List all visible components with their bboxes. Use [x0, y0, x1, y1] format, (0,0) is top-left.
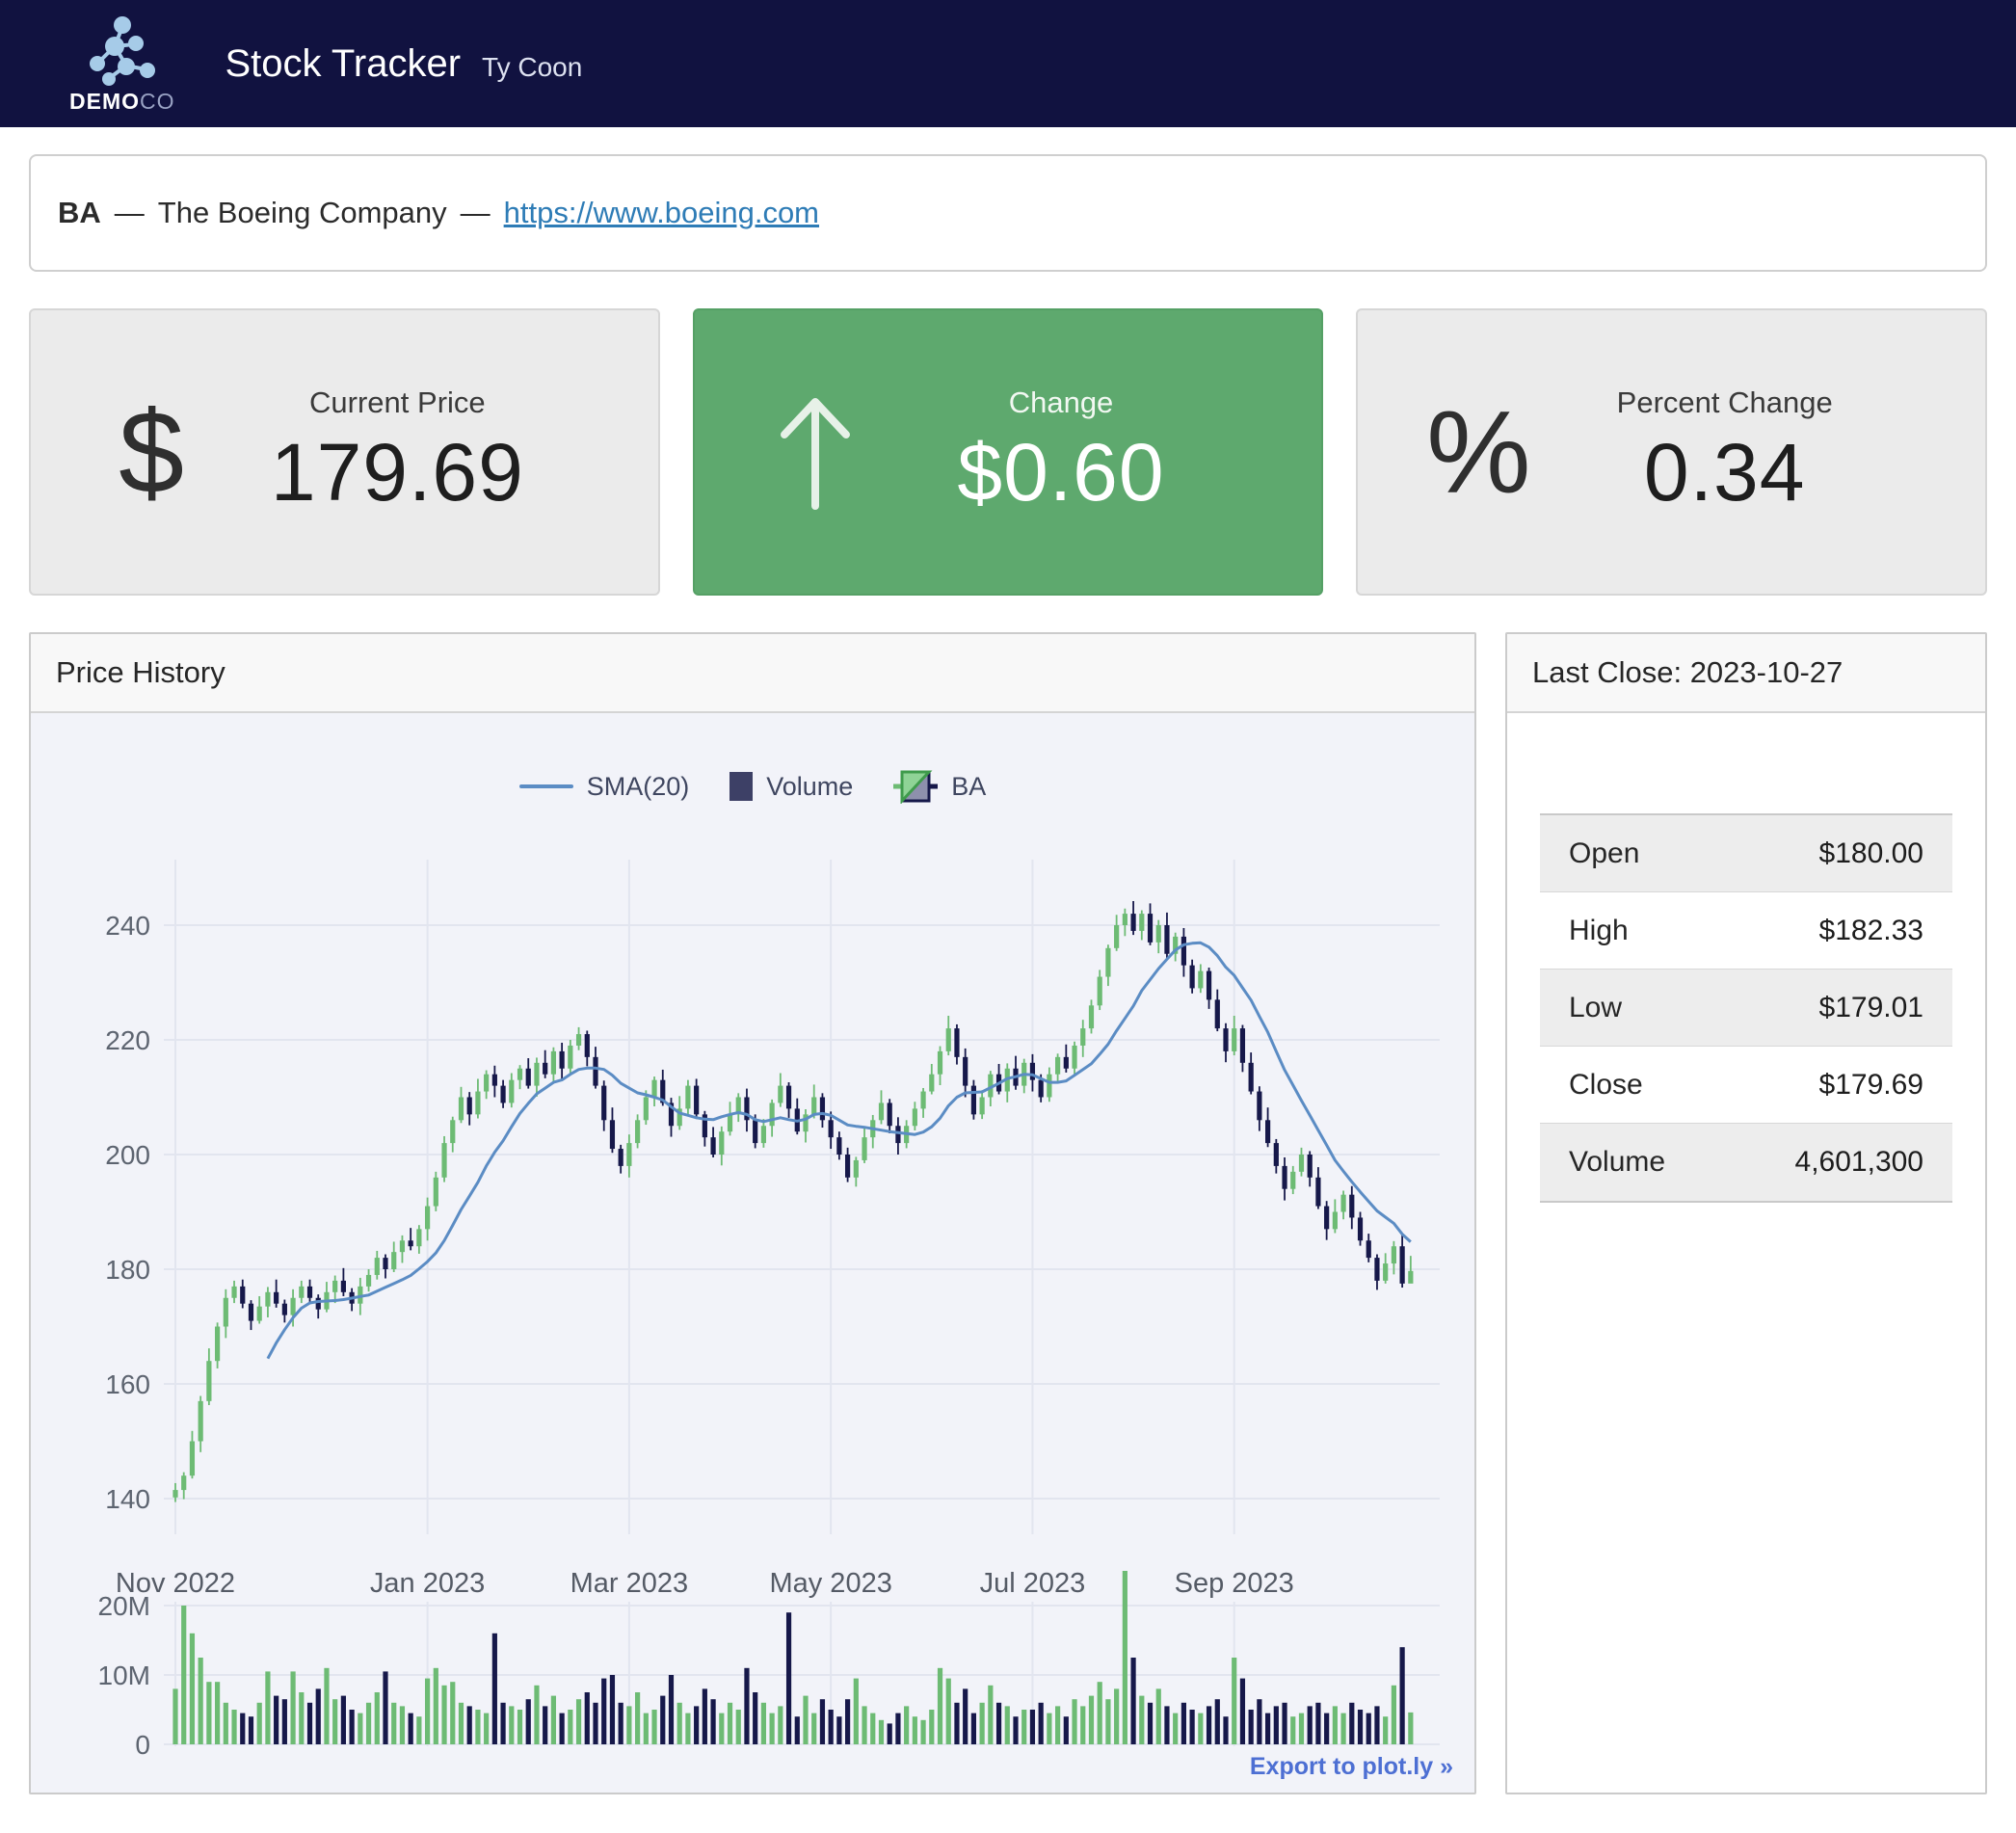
price-volume-chart[interactable]: 140160180200220240010M20MNov 2022Jan 202… — [31, 713, 1474, 1793]
svg-text:180: 180 — [105, 1255, 150, 1285]
svg-text:200: 200 — [105, 1140, 150, 1170]
table-row-high: High $182.33 — [1540, 892, 1952, 970]
svg-text:Jan 2023: Jan 2023 — [370, 1568, 485, 1599]
stat-label: Change — [1009, 385, 1114, 420]
table-row-open: Open $180.00 — [1540, 815, 1952, 892]
app-subtitle: Ty Coon — [482, 42, 582, 83]
svg-text:May 2023: May 2023 — [769, 1568, 891, 1599]
table-row-low: Low $179.01 — [1540, 970, 1952, 1047]
legend-item-volume[interactable]: Volume — [729, 772, 853, 802]
svg-text:Jul 2023: Jul 2023 — [980, 1568, 1086, 1599]
svg-text:220: 220 — [105, 1025, 150, 1055]
percent-icon: % — [1426, 385, 1530, 519]
row-label: Volume — [1569, 1146, 1665, 1179]
svg-text:160: 160 — [105, 1369, 150, 1399]
separator: — — [461, 196, 491, 230]
volume-swatch-icon — [729, 772, 753, 801]
arrow-up-icon — [769, 390, 862, 514]
change-card: Change $0.60 — [693, 308, 1324, 596]
ticker-info-bar: BA — The Boeing Company — https://www.bo… — [29, 154, 1987, 272]
row-label: Open — [1569, 837, 1639, 870]
stock-tracker-app: DEMOCO Stock Tracker Ty Coon BA — The Bo… — [0, 0, 2016, 1833]
current-price-card: $ Current Price 179.69 — [29, 308, 660, 596]
candlestick-icon — [893, 769, 938, 804]
svg-text:140: 140 — [105, 1484, 150, 1514]
row-label: Low — [1569, 992, 1622, 1024]
company-name: The Boeing Company — [158, 196, 447, 230]
stat-cards-row: $ Current Price 179.69 Change — [29, 308, 1987, 596]
svg-text:0: 0 — [135, 1730, 150, 1760]
chart-legend: SMA(20) Volume — [31, 769, 1474, 804]
svg-text:Sep 2023: Sep 2023 — [1175, 1568, 1294, 1599]
percent-change-value: 0.34 — [1644, 426, 1806, 519]
row-value: 4,601,300 — [1795, 1146, 1923, 1179]
percent-change-card: % Percent Change 0.34 — [1356, 308, 1987, 596]
last-close-panel: Last Close: 2023-10-27 Open $180.00 High $1… — [1505, 632, 1987, 1794]
ohlcv-table: Open $180.00 High $182.33 Low $179.01 Close $17… — [1540, 813, 1952, 1203]
sma-line-swatch-icon — [519, 784, 573, 788]
change-value: $0.60 — [957, 426, 1164, 519]
table-row-close: Close $179.69 — [1540, 1047, 1952, 1124]
price-history-panel: Price History 140160180200220240010M20MN… — [29, 632, 1476, 1794]
brand-name: DEMOCO — [69, 91, 175, 113]
brand-logo: DEMOCO — [69, 15, 175, 113]
row-value: $179.69 — [1819, 1069, 1923, 1102]
row-value: $179.01 — [1819, 992, 1923, 1024]
molecule-logo-icon — [76, 15, 169, 89]
svg-text:10M: 10M — [98, 1660, 150, 1690]
row-value: $180.00 — [1819, 837, 1923, 870]
row-label: Close — [1569, 1069, 1643, 1102]
current-price-value: 179.69 — [271, 426, 524, 519]
app-title: Stock Tracker — [225, 42, 462, 86]
dollar-icon: $ — [119, 385, 184, 519]
navbar: DEMOCO Stock Tracker Ty Coon — [0, 0, 2016, 127]
price-history-title: Price History — [31, 634, 1474, 713]
legend-item-sma[interactable]: SMA(20) — [519, 772, 690, 802]
svg-text:Nov 2022: Nov 2022 — [116, 1568, 235, 1599]
export-to-plotly-link[interactable]: Export to plot.ly » — [1250, 1753, 1453, 1781]
ticker-symbol: BA — [58, 196, 101, 230]
separator: — — [115, 196, 145, 230]
svg-text:240: 240 — [105, 911, 150, 941]
svg-text:Mar 2023: Mar 2023 — [570, 1568, 689, 1599]
row-label: High — [1569, 915, 1629, 947]
last-close-title: Last Close: 2023-10-27 — [1507, 634, 1985, 713]
chart-area: 140160180200220240010M20MNov 2022Jan 202… — [31, 713, 1474, 1793]
row-value: $182.33 — [1819, 915, 1923, 947]
company-website-link[interactable]: https://www.boeing.com — [504, 196, 819, 230]
legend-item-ba[interactable]: BA — [893, 769, 986, 804]
stat-label: Current Price — [309, 385, 486, 420]
stat-label: Percent Change — [1617, 385, 1833, 420]
table-row-volume: Volume 4,601,300 — [1540, 1124, 1952, 1201]
